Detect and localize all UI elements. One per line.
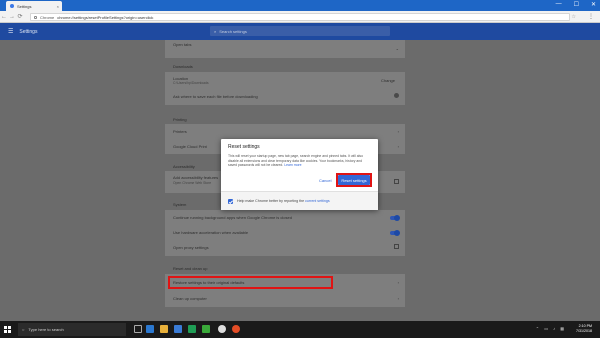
chrome-active-icon[interactable] [232,325,240,333]
accessibility-heading: Accessibility [173,164,195,169]
tab-settings[interactable]: Settings × [6,1,62,11]
restore-defaults-highlight [168,276,333,289]
open-tabs-label[interactable]: Open tabs [173,42,397,47]
search-icon: ⌕ [214,28,217,34]
gcp-chevron-icon[interactable]: › [398,144,399,149]
dialog-title: Reset settings [228,144,260,150]
chrome-icon[interactable] [218,325,226,333]
search-input[interactable]: ⌕ Search settings [210,26,390,36]
task-view-icon[interactable] [134,325,142,333]
external-link-icon[interactable] [394,179,399,184]
clock[interactable]: 2:10 PM 7/31/2018 [576,324,592,334]
cleanup-label[interactable]: Clean up computer [173,296,397,301]
hw-accel-label: Use hardware acceleration when available [173,230,249,235]
hamburger-menu-icon[interactable]: ☰ [8,28,13,35]
app-icon[interactable] [202,325,210,333]
restore-chevron-icon[interactable]: › [398,280,399,285]
taskbar-search-placeholder: Type here to search [28,327,64,332]
chrome-menu-icon[interactable]: ⋮ [588,13,594,20]
tab-close-icon[interactable]: × [57,4,59,9]
minimize-icon[interactable]: — [556,1,562,8]
reload-icon[interactable]: ⟳ [16,13,24,20]
settings-favicon-icon [10,4,14,8]
windows-start-icon[interactable] [4,326,11,333]
cleanup-chevron-icon[interactable]: › [398,296,399,301]
store-icon[interactable] [174,325,182,333]
bookmark-star-icon[interactable]: ☆ [572,14,576,20]
dialog-body: This will reset your startup page, new t… [228,154,371,168]
report-settings-checkbox[interactable] [228,199,233,204]
page-title: Settings [19,28,38,35]
learn-more-link[interactable]: Learn more [284,163,301,167]
continue-bg-label: Continue running background apps when Go… [173,215,292,220]
continue-bg-toggle[interactable] [390,215,400,221]
downloads-card: Location C:\Users\hp\Downloads Change As… [165,72,405,105]
excel-icon[interactable] [188,325,196,333]
hw-accel-toggle[interactable] [390,230,400,236]
taskbar-search-input[interactable]: ○ Type here to search [18,323,126,336]
back-icon[interactable]: ← [0,14,8,20]
close-window-icon[interactable]: ✕ [591,1,596,8]
reset-heading: Reset and clean up [173,266,208,271]
startup-card: Open tabs ⌄ [165,40,405,58]
printers-chevron-icon[interactable]: › [398,129,399,134]
printing-heading: Printing [173,117,187,122]
page-info-icon[interactable] [34,15,37,19]
clock-date: 7/31/2018 [576,329,592,333]
url-text[interactable]: chrome://settings/resetProfileSettings?o… [57,15,153,20]
proxy-external-link-icon[interactable] [394,244,399,249]
proxy-label[interactable]: Open proxy settings [173,245,397,250]
address-bar[interactable]: Chrome chrome://settings/resetProfileSet… [30,13,570,21]
url-scheme: Chrome [40,14,55,20]
edge-icon[interactable] [146,325,154,333]
current-settings-link[interactable]: current settings [305,199,330,203]
search-placeholder: Search settings [219,28,247,34]
taskbar: ○ Type here to search ⌃ ▭ ♪ ▦ 2:10 PM 7/… [0,321,600,338]
reset-settings-dialog: Reset settings This will reset your star… [221,139,378,210]
tab-strip: Settings × — ☐ ✕ [0,0,600,11]
forward-icon[interactable]: → [8,14,16,20]
location-path: C:\Users\hp\Downloads [173,81,209,85]
taskbar-search-icon: ○ [22,327,25,332]
settings-header: ☰ Settings ⌕ Search settings [0,23,600,40]
system-card: Continue running background apps when Go… [165,210,405,256]
footer-text: Help make Chrome better by reporting the… [237,199,330,203]
downloads-heading: Downloads [173,64,193,69]
system-heading: System [173,202,187,207]
footer-text-main: Help make Chrome better by reporting the [237,199,305,203]
dialog-footer: Help make Chrome better by reporting the… [221,191,378,210]
window-controls: — ☐ ✕ [556,1,596,8]
ask-where-toggle[interactable] [394,93,399,98]
browser-toolbar: ← → ⟳ Chrome chrome://settings/resetProf… [0,11,600,23]
printers-label[interactable]: Printers [173,129,397,134]
reset-button-highlight [336,173,372,187]
file-explorer-icon[interactable] [160,325,168,333]
tab-title: Settings [17,3,32,9]
cancel-button[interactable]: Cancel [316,176,334,184]
system-tray-icons[interactable]: ⌃ ▭ ♪ ▦ [536,326,566,331]
ask-where-label: Ask where to save each file before downl… [173,94,258,99]
change-button[interactable]: Change [381,78,395,83]
maximize-icon[interactable]: ☐ [574,1,579,8]
chevron-down-icon[interactable]: ⌄ [396,46,399,51]
